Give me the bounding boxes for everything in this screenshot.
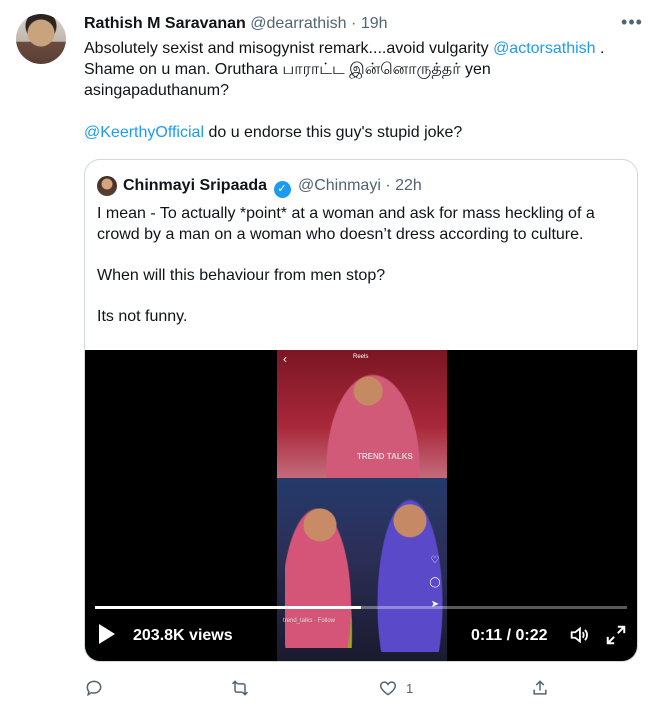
reels-label: Reels — [353, 354, 369, 360]
quoted-paragraph: Its not funny. — [97, 308, 188, 325]
quoted-tweet-time: 22h — [395, 177, 422, 194]
video-player[interactable]: ‹ Reels TREND TALKS ♡ ◯ ➤ trend_talks · Fo… — [85, 350, 637, 661]
time-separator: / — [502, 627, 516, 644]
volume-icon[interactable] — [567, 624, 591, 646]
tweet-text-segment: asingapaduthanum? — [84, 82, 230, 99]
play-icon[interactable] — [99, 624, 115, 644]
video-time: 0:11 / 0:22 — [471, 626, 548, 646]
view-count: 203.8K views — [133, 627, 233, 644]
quoted-tweet[interactable]: Chinmayi Sripaada ✓ @Chinmayi · 22h I me… — [84, 159, 638, 662]
watermark: TREND TALKS — [357, 452, 413, 461]
verified-badge-icon: ✓ — [273, 181, 291, 198]
back-arrow-icon: ‹ — [283, 352, 287, 366]
reel-user-label: trend_talks · Follow — [283, 618, 336, 624]
video-scene-bottom — [277, 478, 447, 661]
tweet-text: Absolutely sexist and misogynist remark.… — [84, 38, 644, 143]
quoted-tweet-text: I mean - To actually *point* at a woman … — [97, 203, 617, 347]
author-handle[interactable]: @dearrathish — [250, 15, 346, 32]
like-button[interactable]: 1 — [378, 676, 413, 700]
current-time: 0:11 — [471, 627, 503, 644]
share-button[interactable] — [530, 676, 550, 700]
more-options-icon[interactable]: ••• — [620, 12, 644, 32]
fullscreen-icon[interactable] — [605, 624, 627, 646]
tweet-text-segment: do u endorse this guy's stupid joke? — [204, 124, 463, 141]
quoted-paragraph: I mean - To actually *point* at a woman … — [97, 205, 595, 243]
retweet-icon — [231, 680, 249, 696]
tweet-time[interactable]: 19h — [361, 15, 388, 32]
quoted-author-avatar — [97, 176, 117, 196]
share-icon — [533, 680, 547, 695]
quoted-author-name: Chinmayi Sripaada — [123, 177, 268, 194]
tweet-text-segment: Shame on u man. Oruthara பாராட்ட இன்னொரு… — [84, 61, 491, 78]
author-name[interactable]: Rathish M Saravanan — [84, 15, 246, 32]
header-separator: · — [385, 177, 391, 194]
figure-left — [285, 498, 355, 648]
heart-icon — [379, 681, 397, 696]
quoted-paragraph: When will this behaviour from men stop? — [97, 267, 386, 284]
video-progress-fill — [95, 606, 361, 609]
tweet-text-segment: . — [595, 40, 605, 57]
author-avatar[interactable] — [16, 14, 66, 64]
quoted-tweet-header: Chinmayi Sripaada ✓ @Chinmayi · 22h — [123, 176, 422, 198]
reply-button[interactable] — [84, 676, 104, 700]
video-frame: ‹ Reels TREND TALKS ♡ ◯ ➤ trend_talks · Fo… — [277, 350, 447, 661]
video-progress-bar[interactable] — [95, 606, 627, 609]
mention-link[interactable]: @actorsathish — [493, 40, 596, 57]
video-scene-top: ‹ Reels TREND TALKS — [277, 350, 447, 478]
tweet-actions: 1 — [84, 676, 644, 700]
tweet-header: Rathish M Saravanan @dearrathish · 19h — [84, 14, 388, 34]
duration: 0:22 — [515, 627, 548, 644]
reply-icon — [86, 680, 102, 697]
speaker-figure — [325, 372, 421, 478]
tweet-text-segment: Absolutely sexist and misogynist remark.… — [84, 40, 494, 57]
like-count: 1 — [406, 680, 414, 696]
header-separator: · — [351, 15, 357, 32]
quoted-author-handle: @Chinmayi — [297, 177, 381, 194]
mention-link[interactable]: @KeerthyOfficial — [84, 124, 204, 141]
retweet-button[interactable] — [230, 676, 250, 700]
